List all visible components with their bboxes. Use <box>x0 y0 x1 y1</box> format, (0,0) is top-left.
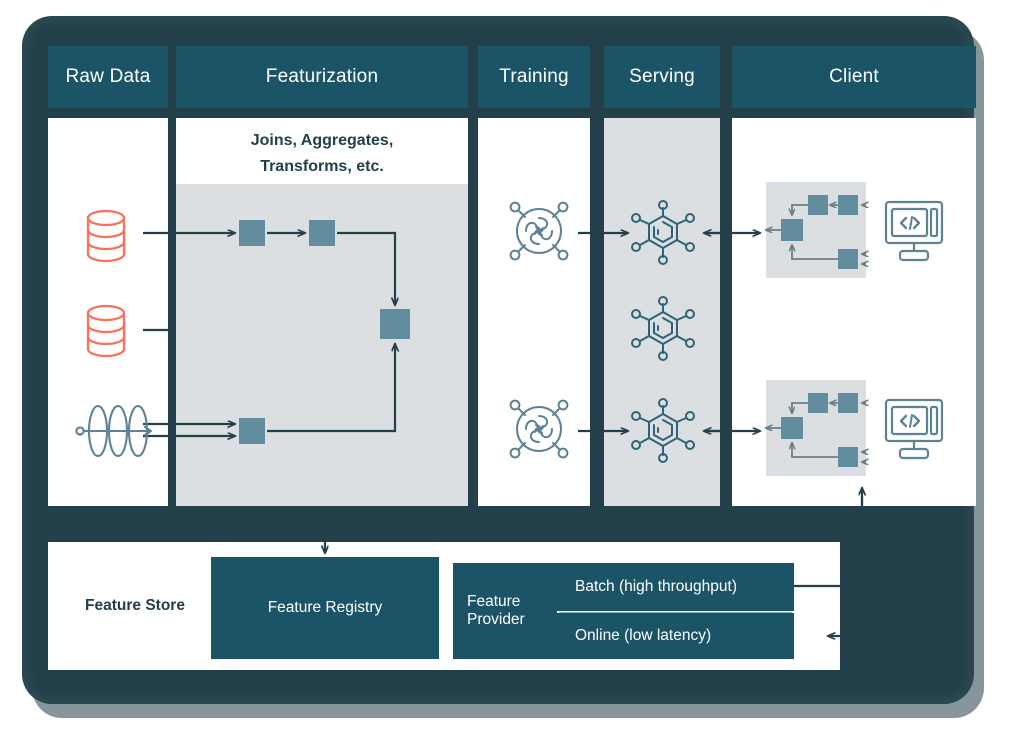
client-2-node-d <box>838 447 858 467</box>
column-header-raw-data-label: Raw Data <box>65 66 151 87</box>
client-2-node-b <box>808 393 828 413</box>
column-header-training: Training <box>478 46 590 108</box>
featurization-node-4 <box>239 418 265 444</box>
column-body-raw-data <box>48 118 168 506</box>
client-2-node-a <box>838 393 858 413</box>
column-header-client: Client <box>732 46 976 108</box>
feature-provider-box[interactable]: Feature Provider <box>453 563 557 659</box>
client-1-node-d <box>838 249 858 269</box>
column-header-serving-label: Serving <box>629 66 695 87</box>
provider-row-online[interactable]: Online (low latency) <box>557 613 794 659</box>
column-header-featurization-label: Featurization <box>265 66 379 87</box>
column-body-serving <box>604 118 720 506</box>
feature-store-label: Feature Store <box>60 542 210 670</box>
client-1-node-a <box>838 195 858 215</box>
feature-registry-label: Feature Registry <box>267 599 383 616</box>
feature-provider-label-line-2: Provider <box>467 611 525 628</box>
featurization-subtitle-line-2: Transforms, etc. <box>260 158 384 175</box>
feature-registry-box[interactable]: Feature Registry <box>211 557 439 659</box>
featurization-node-1 <box>239 220 265 246</box>
column-header-serving: Serving <box>604 46 720 108</box>
column-header-training-label: Training <box>499 66 569 87</box>
column-header-featurization: Featurization <box>176 46 468 108</box>
diagram-canvas: Raw Data Featurization Training Serving … <box>0 0 1024 732</box>
featurization-node-2 <box>309 220 335 246</box>
client-1-node-c <box>781 219 803 241</box>
feature-provider-label-line-1: Feature <box>467 593 521 610</box>
featurization-subtitle: Joins, Aggregates, Transforms, etc. <box>176 128 468 180</box>
feature-store-label-text: Feature Store <box>85 597 185 614</box>
featurization-node-3 <box>380 309 410 339</box>
column-body-training <box>478 118 590 506</box>
client-1-node-b <box>808 195 828 215</box>
client-2-node-c <box>781 417 803 439</box>
featurization-subtitle-line-1: Joins, Aggregates, <box>250 132 394 149</box>
provider-row-batch-label: Batch (high throughput) <box>575 578 737 595</box>
column-header-client-label: Client <box>829 66 879 87</box>
column-header-raw-data: Raw Data <box>48 46 168 108</box>
provider-row-batch[interactable]: Batch (high throughput) <box>557 563 794 611</box>
provider-row-online-label: Online (low latency) <box>575 627 712 644</box>
